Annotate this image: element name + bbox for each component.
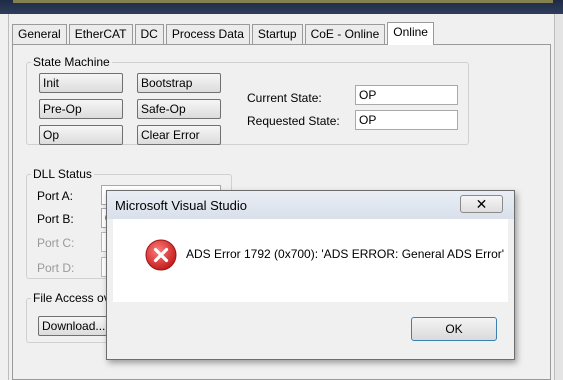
safeop-button[interactable]: Safe-Op bbox=[137, 99, 221, 119]
error-icon bbox=[145, 239, 177, 271]
ok-button[interactable]: OK bbox=[411, 317, 497, 341]
port-b-label: Port B: bbox=[37, 212, 74, 226]
op-button[interactable]: Op bbox=[39, 125, 123, 145]
dll-status-legend: DLL Status bbox=[33, 167, 92, 181]
tab-ethercat[interactable]: EtherCAT bbox=[68, 24, 133, 44]
current-state-label: Current State: bbox=[247, 91, 322, 105]
init-button[interactable]: Init bbox=[39, 73, 123, 93]
parent-window-titlebar bbox=[0, 0, 563, 14]
port-c-label: Port C: bbox=[37, 236, 75, 250]
error-dialog: Microsoft Visual Studio ✕ ADS Error 1792… bbox=[106, 190, 515, 360]
tab-online[interactable]: Online bbox=[387, 22, 434, 45]
tab-strip: General EtherCAT DC Process Data Startup… bbox=[12, 22, 436, 45]
dialog-body: ADS Error 1792 (0x700): 'ADS ERROR: Gene… bbox=[113, 219, 508, 302]
tab-general[interactable]: General bbox=[12, 24, 67, 44]
requested-state-field: OP bbox=[355, 110, 458, 130]
requested-state-label: Requested State: bbox=[247, 114, 340, 128]
tab-dc[interactable]: DC bbox=[134, 24, 164, 44]
port-d-label: Port D: bbox=[37, 261, 75, 275]
dialog-close-button[interactable]: ✕ bbox=[460, 195, 503, 213]
current-state-field: OP bbox=[355, 85, 458, 105]
right-edge bbox=[555, 14, 563, 380]
dialog-title: Microsoft Visual Studio bbox=[115, 198, 247, 213]
clear-error-button[interactable]: Clear Error bbox=[137, 125, 221, 145]
dialog-message: ADS Error 1792 (0x700): 'ADS ERROR: Gene… bbox=[186, 247, 505, 261]
tab-coe-online[interactable]: CoE - Online bbox=[304, 24, 386, 44]
port-a-label: Port A: bbox=[37, 189, 74, 203]
preop-button[interactable]: Pre-Op bbox=[39, 99, 123, 119]
tab-process-data[interactable]: Process Data bbox=[165, 24, 250, 44]
bootstrap-button[interactable]: Bootstrap bbox=[137, 73, 221, 93]
tab-startup[interactable]: Startup bbox=[251, 24, 303, 44]
state-machine-legend: State Machine bbox=[33, 55, 110, 69]
titlebar-accent bbox=[13, 0, 553, 3]
